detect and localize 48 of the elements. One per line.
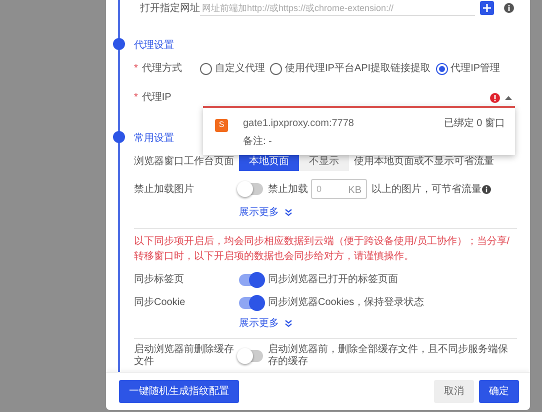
field-label: 启动浏览器前删除缓存文件 <box>134 344 235 368</box>
hint-text: 以上的图片，可节省流量 <box>372 182 482 196</box>
toggle-label: 禁止加载 <box>268 182 308 196</box>
show-more-link[interactable]: 展示更多 <box>239 205 279 220</box>
radio-option[interactable]: 自定义代理 <box>200 61 265 76</box>
radio-label: 自定义代理 <box>215 62 265 76</box>
field-label: 打开指定网址 <box>140 2 200 14</box>
timeline-dot <box>113 131 125 143</box>
field-label: 代理IP <box>142 92 172 103</box>
hint-text: 同步浏览器已打开的标签页面 <box>268 272 398 287</box>
toggle-switch[interactable] <box>239 296 263 308</box>
radio-label: 代理IP管理 <box>450 62 500 76</box>
proxy-note: 备注: - <box>243 134 273 148</box>
double-chevron-icon <box>285 320 292 327</box>
unit-label: KB <box>348 184 362 198</box>
info-icon <box>504 3 514 13</box>
toggle-switch[interactable] <box>239 274 263 286</box>
add-button[interactable] <box>480 1 494 15</box>
timeline-dot <box>113 38 125 50</box>
show-more-link[interactable]: 展示更多 <box>239 316 279 331</box>
field-label: 同步Cookie <box>134 296 186 310</box>
warning-text: 以下同步项开启后，均会同步相应数据到云端（便于跨设备使用/员工协作）；当分享/转移窗口时，以下开启项的数据也会同步给对方，请谨慎操作。 <box>134 235 511 264</box>
radio-option[interactable]: 代理IP管理 <box>436 61 500 76</box>
hint-text: 使用本地页面或不显示可省流量 <box>354 154 494 169</box>
required-mark: * <box>134 92 138 103</box>
dropdown-option[interactable]: S gate1.ipxproxy.com:7778 备注: - 已绑定 0 窗口 <box>215 116 505 148</box>
hint-text: 同步浏览器Cookies，保持登录状态 <box>268 296 424 310</box>
field-label: 浏览器窗口工作台页面 <box>134 154 235 169</box>
proxy-host: gate1.ipxproxy.com:7778 <box>243 117 355 131</box>
cancel-button[interactable]: 取消 <box>434 380 474 403</box>
radio-button[interactable] <box>436 62 448 74</box>
required-mark: * <box>134 63 138 74</box>
bound-count: 已绑定 0 窗口 <box>444 116 505 131</box>
hint-text: 启动浏览器前，删除全部缓存文件，且不同步服务端保存的缓存 <box>268 344 509 368</box>
section-heading: 代理设置 <box>134 38 517 53</box>
plus-icon <box>483 4 491 12</box>
field-label: 禁止加载图片 <box>134 182 195 196</box>
field-label: 同步标签页 <box>134 272 185 287</box>
proxy-badge: S <box>215 118 228 132</box>
radio-button[interactable] <box>200 62 212 74</box>
field-label: 代理方式 <box>142 63 182 74</box>
toggle-switch[interactable] <box>239 183 263 195</box>
radio-button[interactable] <box>270 62 282 74</box>
double-chevron-icon <box>285 209 292 216</box>
toggle-switch[interactable] <box>239 350 263 362</box>
confirm-button[interactable]: 确定 <box>479 380 519 403</box>
generate-config-button[interactable]: 一键随机生成指纹配置 <box>119 380 239 403</box>
info-icon <box>482 184 490 194</box>
